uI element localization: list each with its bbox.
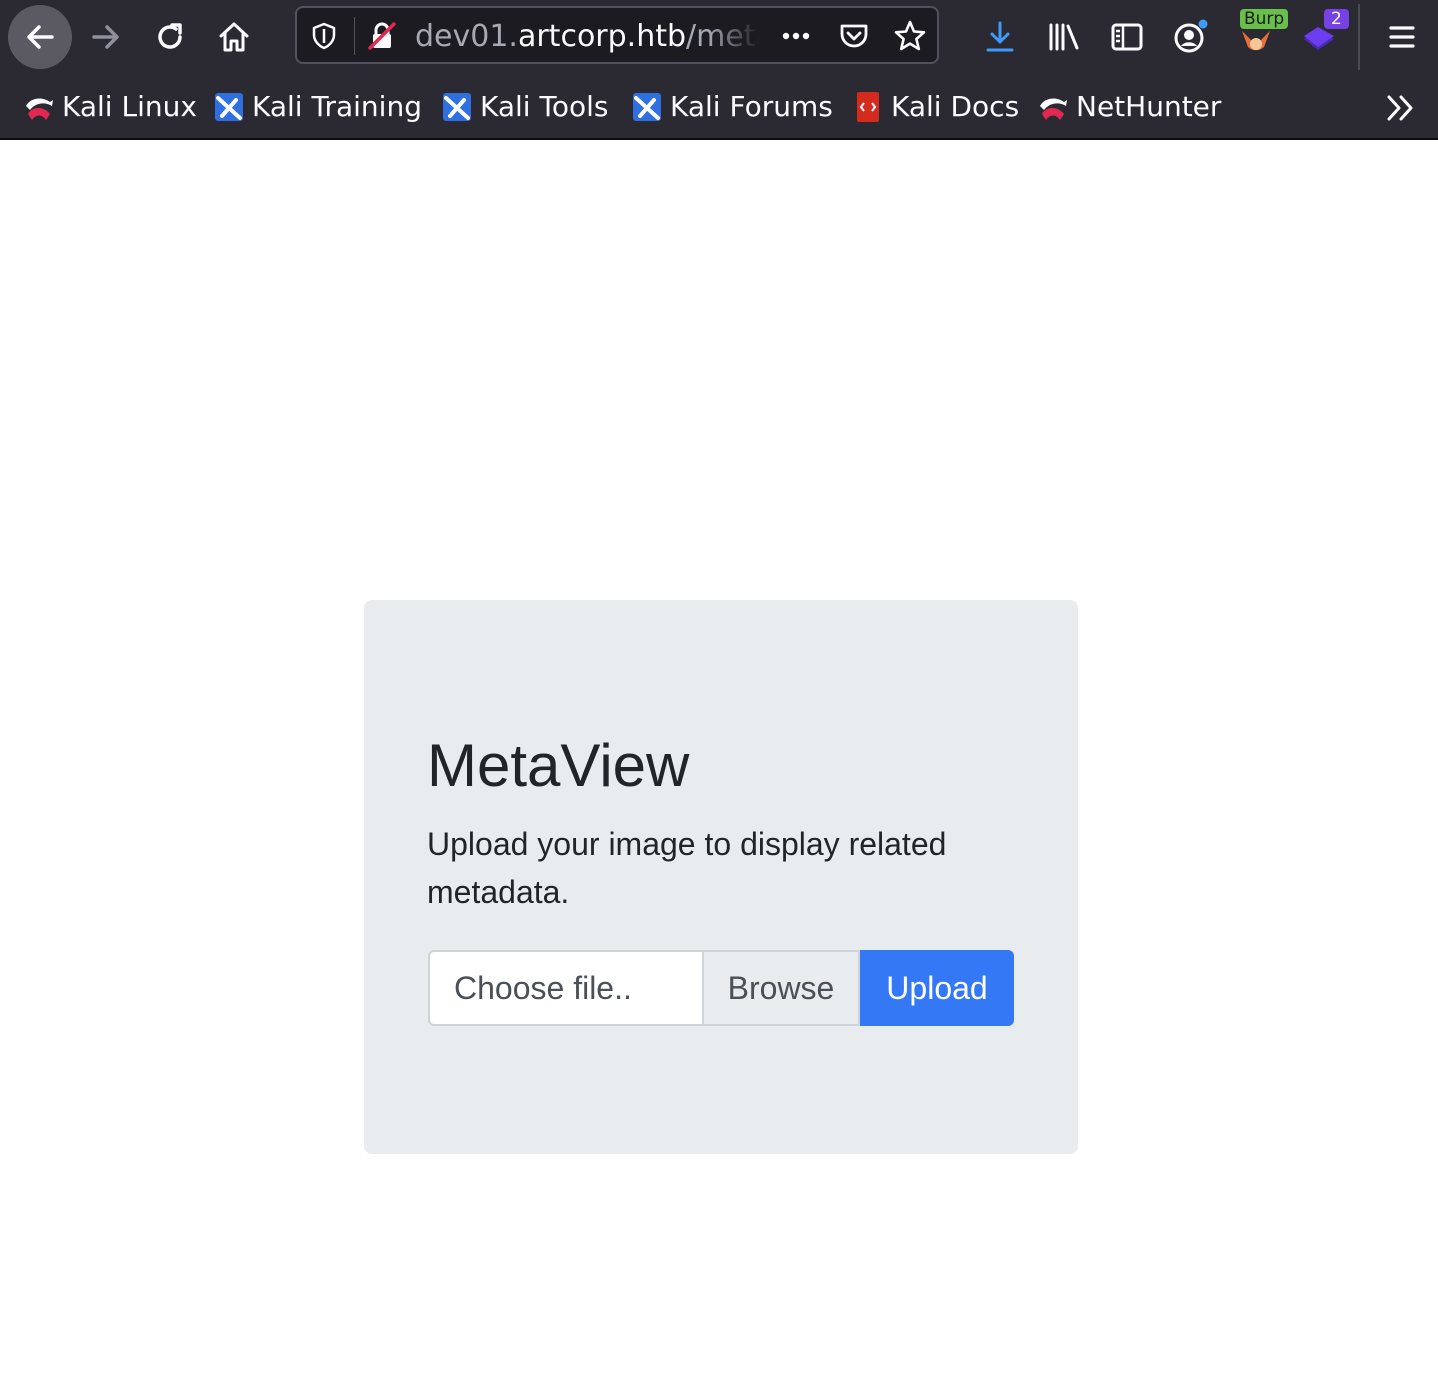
back-arrow-icon	[27, 25, 54, 49]
bookmark-nethunter[interactable]: NetHunter	[1036, 88, 1221, 126]
url-bar[interactable]: dev01.artcorp.htb/metavi	[295, 6, 939, 64]
bookmark-kali-docs[interactable]: Kali Docs	[851, 88, 1019, 126]
downloads-icon	[986, 21, 1014, 52]
menu-button[interactable]	[1374, 9, 1430, 65]
url-subdomain: dev01.	[415, 19, 518, 54]
upload-form: Choose file.. Browse Upload	[428, 950, 1014, 1026]
bookmark-label: Kali Training	[252, 90, 422, 123]
toolbar-separator	[1358, 4, 1360, 70]
bookmark-kali-tools[interactable]: Kali Tools	[440, 88, 608, 126]
url-domain: artcorp.htb	[517, 19, 687, 54]
library-button[interactable]	[1036, 9, 1092, 65]
more-bookmarks-button[interactable]	[1380, 88, 1420, 128]
extension-count-badge: 2	[1324, 9, 1349, 29]
bookmark-kali-linux[interactable]: Kali Linux	[22, 88, 197, 126]
downloads-button[interactable]	[972, 9, 1028, 65]
double-chevron-right-icon	[1387, 95, 1413, 121]
browser-chrome: dev01.artcorp.htb/metavi	[0, 0, 1438, 140]
forward-arrow-icon	[92, 25, 119, 49]
reload-button[interactable]	[138, 5, 202, 69]
bookmark-kali-forums[interactable]: Kali Forums	[630, 88, 833, 126]
kali-dragon-icon	[22, 90, 56, 124]
bookmarks-toolbar: Kali Linux Kali Training Kali Tools Kali…	[0, 74, 1438, 140]
page-description: Upload your image to display related met…	[427, 826, 947, 910]
bookmark-kali-training[interactable]: Kali Training	[212, 88, 422, 126]
burp-badge: Burp	[1240, 9, 1289, 29]
bookmark-star-icon[interactable]	[893, 19, 927, 53]
menu-icon	[1389, 26, 1415, 48]
page-content: MetaView Upload your image to display re…	[0, 140, 1438, 1378]
forward-button[interactable]	[74, 5, 138, 69]
kali-docs-icon	[851, 90, 885, 124]
upload-card: MetaView Upload your image to display re…	[364, 600, 1078, 1154]
account-icon	[1174, 19, 1208, 53]
tracking-shield-icon[interactable]	[307, 19, 341, 53]
bookmark-label: NetHunter	[1076, 90, 1222, 123]
pocket-icon[interactable]	[837, 19, 871, 53]
bookmark-label: Kali Tools	[480, 90, 609, 123]
page-actions-icon[interactable]	[779, 19, 813, 53]
kali-training-icon	[212, 90, 246, 124]
urlbar-separator	[354, 17, 355, 55]
bookmark-label: Kali Forums	[670, 90, 833, 123]
nethunter-icon	[1036, 90, 1070, 124]
browse-button[interactable]: Browse	[702, 950, 860, 1026]
library-icon	[1049, 23, 1079, 51]
page-title: MetaView	[427, 732, 690, 799]
sidebar-button[interactable]	[1099, 9, 1155, 65]
home-button[interactable]	[202, 5, 266, 69]
navigation-toolbar: dev01.artcorp.htb/metavi	[0, 0, 1438, 74]
home-icon	[219, 22, 249, 52]
url-text[interactable]: dev01.artcorp.htb/metavi	[415, 18, 760, 56]
insecure-connection-icon[interactable]	[365, 19, 399, 53]
back-button[interactable]	[8, 5, 72, 69]
kali-forums-icon	[630, 90, 664, 124]
upload-button[interactable]: Upload	[860, 950, 1014, 1026]
sidebar-icon	[1111, 23, 1143, 51]
reload-icon	[158, 23, 182, 49]
account-button[interactable]	[1163, 9, 1219, 65]
bookmark-label: Kali Linux	[62, 90, 197, 123]
bookmark-label: Kali Docs	[891, 90, 1020, 123]
file-input[interactable]: Choose file..	[428, 950, 704, 1026]
kali-tools-icon	[440, 90, 474, 124]
url-path: /metavi	[686, 19, 760, 54]
